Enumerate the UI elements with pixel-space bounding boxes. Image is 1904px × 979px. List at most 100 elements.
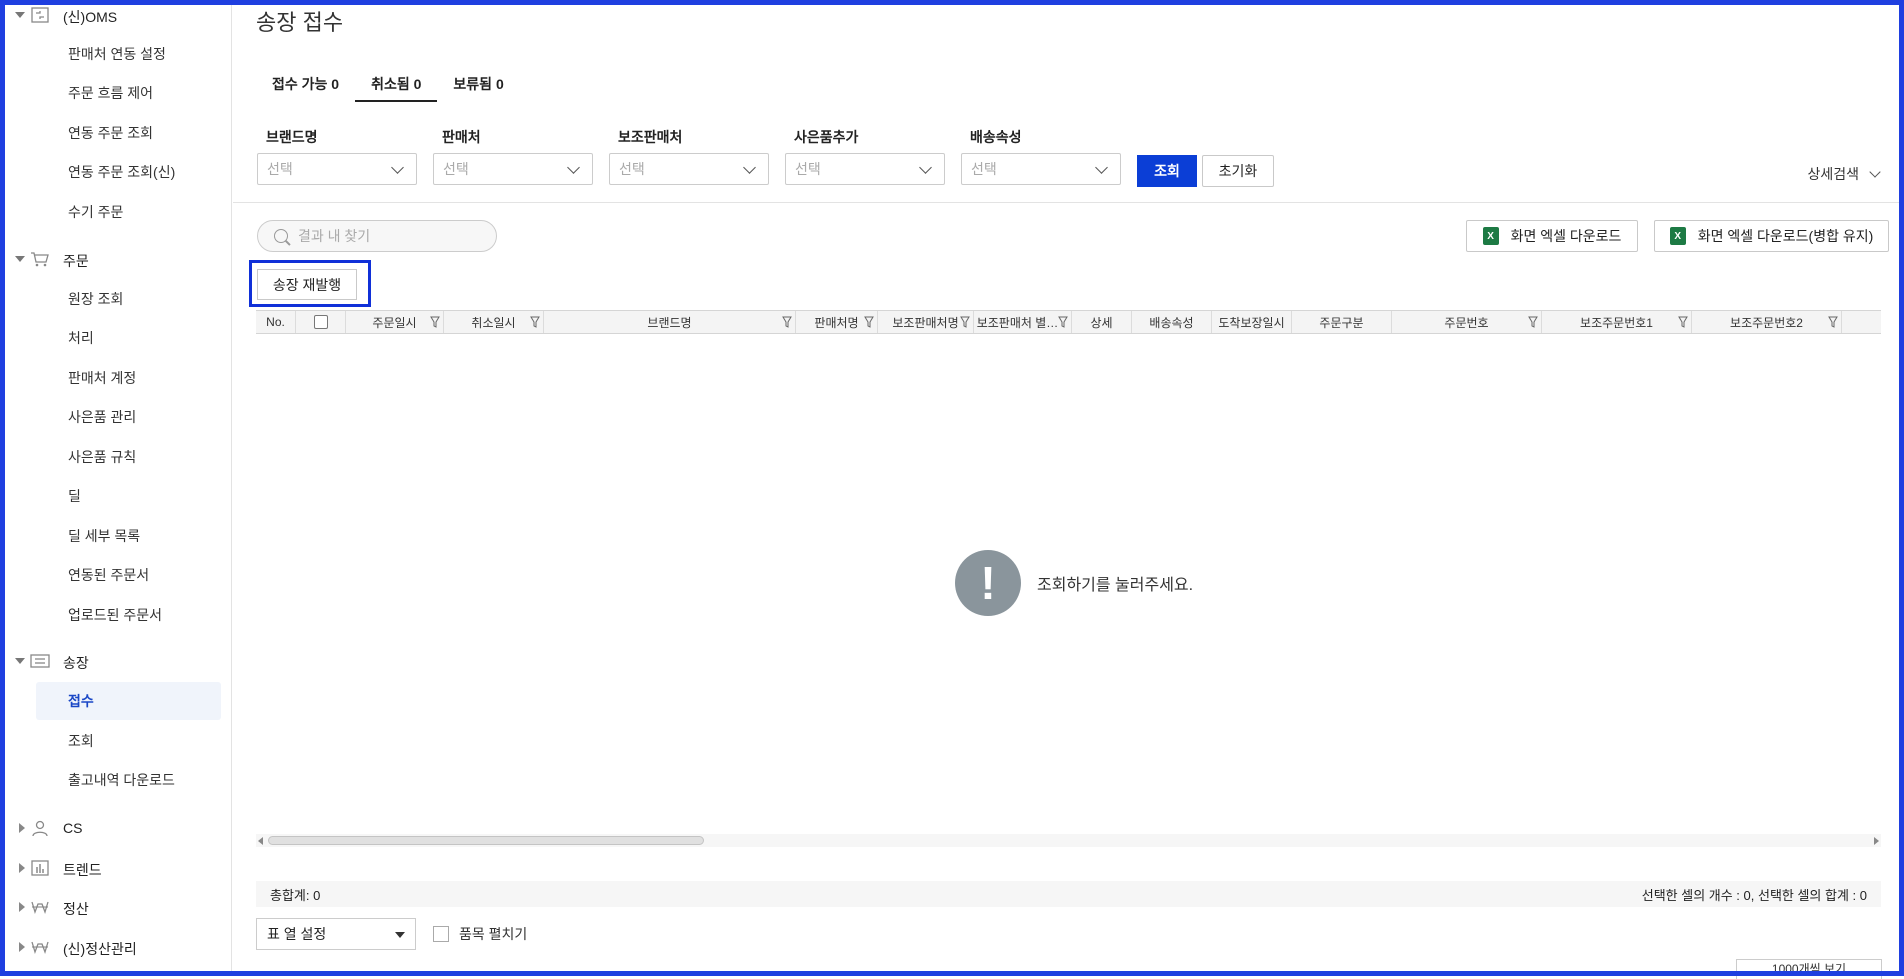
result-search-input[interactable]: 결과 내 찾기 [257, 220, 497, 252]
sidebar-item-linked-orders[interactable]: 연동된 주문서 [36, 556, 221, 594]
sidebar-item-linked-order-search[interactable]: 연동 주문 조회 [36, 114, 221, 152]
tab-cancelled[interactable]: 취소됨 0 [355, 70, 438, 102]
column-header-no[interactable]: No. [256, 311, 296, 333]
tab-receivable[interactable]: 접수 가능 0 [256, 70, 355, 102]
filter-brand: 브랜드명 선택 [257, 127, 417, 185]
column-header-order-number[interactable]: 주문번호 [1392, 311, 1542, 333]
filter-icon[interactable] [782, 316, 792, 328]
column-header-order-type[interactable]: 주문구분 [1292, 311, 1392, 333]
filter-icon[interactable] [430, 316, 440, 328]
chevron-down-icon [919, 161, 932, 174]
chevron-down-icon [15, 256, 25, 262]
filter-icon[interactable] [1828, 316, 1838, 328]
horizontal-scrollbar[interactable] [256, 834, 1881, 847]
filter-icon[interactable] [864, 316, 874, 328]
search-icon [274, 229, 288, 243]
sidebar-item-deal[interactable]: 딜 [36, 477, 221, 515]
scroll-right-icon[interactable] [1874, 837, 1879, 845]
filter-icon[interactable] [530, 316, 540, 328]
column-header-order-date[interactable]: 주문일시 [346, 311, 444, 333]
column-header-arrival-guarantee[interactable]: 도착보장일시 [1212, 311, 1292, 333]
column-header-cancel-date[interactable]: 취소일시 [444, 311, 544, 333]
column-header-seller[interactable]: 판매처명 [796, 311, 878, 333]
sidebar-item-manual-order[interactable]: 수기 주문 [36, 193, 221, 231]
filter-icon[interactable] [1528, 316, 1538, 328]
sidebar-item-deal-detail[interactable]: 딜 세부 목록 [36, 517, 221, 555]
sidebar-item-seller-account[interactable]: 판매처 계정 [36, 359, 221, 397]
sidebar-item-seller-integration[interactable]: 판매처 연동 설정 [36, 35, 221, 73]
sidebar-item-shipping-download[interactable]: 출고내역 다운로드 [36, 761, 221, 799]
select-all-checkbox[interactable] [313, 315, 328, 329]
filter-icon[interactable] [1058, 316, 1068, 328]
column-header-sub-seller-alias[interactable]: 보조판매처 별… [974, 311, 1072, 333]
seller-select[interactable]: 선택 [433, 153, 593, 185]
sidebar-item-uploaded-orders[interactable]: 업로드된 주문서 [36, 596, 221, 634]
column-header-sub-seller[interactable]: 보조판매처명 [878, 311, 974, 333]
sidebar-group-settlement[interactable]: 정산 [0, 894, 232, 920]
filter-sub-seller: 보조판매처 선택 [609, 127, 769, 185]
column-label: 브랜드명 [647, 315, 692, 330]
excel-download-button[interactable]: X 화면 엑셀 다운로드 [1466, 220, 1638, 252]
sidebar-item-invoice-search[interactable]: 조회 [36, 722, 221, 760]
sidebar-item-gift-rules[interactable]: 사은품 규칙 [36, 438, 221, 476]
sidebar-group-settlement-new[interactable]: (신)정산관리 [0, 934, 232, 960]
empty-state: ! 조회하기를 눌러주세요. [955, 550, 1193, 616]
sidebar-group-label: CS [63, 820, 83, 836]
sidebar-group-label: 주문 [63, 253, 89, 269]
column-label: 판매처명 [814, 315, 859, 330]
expand-items-toggle[interactable]: 품목 펼치기 [433, 924, 527, 944]
button-label: 화면 엑셀 다운로드 [1510, 228, 1622, 244]
sidebar-item-ledger[interactable]: 원장 조회 [36, 280, 221, 318]
column-header-detail[interactable]: 상세 [1072, 311, 1132, 333]
sidebar-item-linked-order-search-new[interactable]: 연동 주문 조회(신) [36, 153, 221, 191]
sidebar-item-process[interactable]: 처리 [36, 319, 221, 357]
chevron-right-icon [19, 823, 25, 833]
page-size-select[interactable]: 1000개씩 보기 [1736, 959, 1882, 979]
chevron-right-icon [19, 942, 25, 952]
sync-icon [31, 7, 49, 23]
selection-summary: 선택한 셀의 개수 : 0, 선택한 셀의 합계 : 0 [1641, 887, 1867, 903]
search-button[interactable]: 조회 [1137, 155, 1197, 187]
column-settings-select[interactable]: 표 열 설정 [256, 918, 416, 950]
page-title: 송장 접수 [256, 10, 344, 35]
sidebar-item-order-flow[interactable]: 주문 흐름 제어 [36, 74, 221, 112]
delivery-attr-select[interactable]: 선택 [961, 153, 1121, 185]
sidebar-item-invoice-receive[interactable]: 접수 [36, 682, 221, 720]
sidebar-group-label: 정산 [63, 901, 89, 917]
sidebar-item-gift-management[interactable]: 사은품 관리 [36, 398, 221, 436]
sidebar-group-oms[interactable]: (신)OMS [0, 2, 232, 28]
column-header-delivery-attr[interactable]: 배송속성 [1132, 311, 1212, 333]
expand-items-checkbox[interactable] [433, 926, 449, 942]
tab-on-hold[interactable]: 보류됨 0 [437, 70, 519, 102]
filter-icon[interactable] [1678, 316, 1688, 328]
column-header-brand[interactable]: 브랜드명 [544, 311, 796, 333]
sidebar-group-order[interactable]: 주문 [0, 246, 232, 272]
filter-label: 사은품추가 [794, 129, 859, 145]
reset-button[interactable]: 초기화 [1202, 155, 1274, 187]
select-placeholder: 선택 [267, 161, 293, 177]
sidebar-group-label: (신)OMS [63, 9, 118, 25]
sub-seller-select[interactable]: 선택 [609, 153, 769, 185]
reissue-invoice-button[interactable]: 송장 재발행 [257, 269, 357, 300]
person-icon [32, 820, 48, 837]
detail-search-toggle[interactable]: 상세검색 [1807, 164, 1881, 184]
gift-add-select[interactable]: 선택 [785, 153, 945, 185]
sidebar-group-invoice[interactable]: 송장 [0, 648, 232, 674]
filter-delivery-attr: 배송속성 선택 [961, 127, 1121, 185]
sidebar-group-cs[interactable]: CS [0, 815, 232, 841]
column-header-sub-order-number-2[interactable]: 보조주문번호2 [1692, 311, 1842, 333]
column-header-sub-order-number-1[interactable]: 보조주문번호1 [1542, 311, 1692, 333]
empty-message: 조회하기를 눌러주세요. [1037, 577, 1194, 594]
search-placeholder: 결과 내 찾기 [298, 228, 371, 244]
excel-download-merge-button[interactable]: X 화면 엑셀 다운로드(병합 유지) [1654, 220, 1889, 252]
scroll-left-icon[interactable] [258, 837, 263, 845]
sidebar-group-trend[interactable]: 트렌드 [0, 855, 232, 881]
filter-label: 보조판매처 [618, 129, 683, 145]
excel-icon: X [1669, 227, 1686, 245]
filter-icon[interactable] [960, 316, 970, 328]
bar-chart-icon [31, 860, 49, 876]
scrollbar-thumb[interactable] [268, 836, 704, 845]
sidebar: (신)OMS 판매처 연동 설정 주문 흐름 제어 연동 주문 조회 연동 주문… [0, 0, 232, 976]
button-label: 화면 엑셀 다운로드(병합 유지) [1697, 228, 1874, 244]
brand-select[interactable]: 선택 [257, 153, 417, 185]
